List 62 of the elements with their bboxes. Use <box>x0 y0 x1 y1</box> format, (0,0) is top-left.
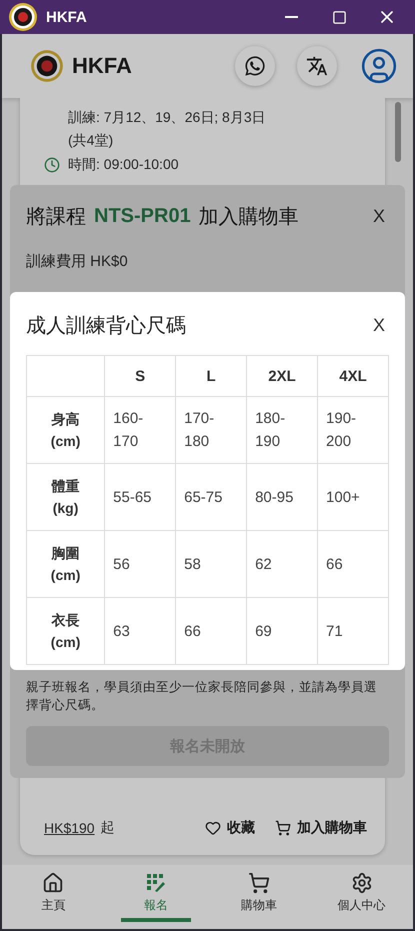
price-suffix: 起 <box>100 819 115 837</box>
dialog-title: 將課程 <box>26 205 86 230</box>
logo-icon <box>8 2 38 32</box>
close-button[interactable]: X <box>368 206 389 227</box>
schedule-text: 訓練: 7月12、19、26日; 8月3日 <box>67 108 267 127</box>
price-link[interactable]: HK$190 <box>44 820 95 836</box>
table-cell: 66 <box>176 598 247 664</box>
row-header: 衣長 (cm) <box>26 598 105 664</box>
table-cell: 55-65 <box>104 464 176 530</box>
table-cell: 190-200 <box>318 396 388 464</box>
brand-name: HKFA <box>72 53 133 79</box>
add-to-cart-button[interactable]: 加入購物車 <box>275 819 367 837</box>
home-icon <box>42 872 64 894</box>
translate-button[interactable] <box>297 46 337 86</box>
table-cell: 62 <box>246 530 318 598</box>
grid-pencil-icon <box>145 872 168 894</box>
cart-icon <box>275 820 291 836</box>
dialog-title: 成人訓練背心尺碼 <box>26 314 186 339</box>
dialog-title: 加入購物車 <box>198 205 299 230</box>
table-cell: 58 <box>176 530 247 598</box>
note-text: 親子班報名，學員須由至少一位家長陪同參與，並請為學員選擇背心尺碼。 <box>26 679 378 714</box>
clock-icon <box>44 157 60 173</box>
table-cell: 63 <box>104 598 176 664</box>
cart-icon <box>248 872 270 894</box>
column-header: 2XL <box>246 356 318 396</box>
window-title: HKFA <box>46 8 88 26</box>
user-button[interactable] <box>359 46 399 86</box>
scrollbar[interactable] <box>395 102 401 162</box>
fee-text: 訓練費用 HK$0 <box>26 252 129 271</box>
nav-tab[interactable]: 個人中心 <box>326 872 397 922</box>
row-header: 身高 (cm) <box>26 396 105 464</box>
table-cell: 170-180 <box>176 396 247 464</box>
course-code: NTS-PR01 <box>94 205 191 228</box>
whatsapp-icon <box>244 55 266 77</box>
nav-tab[interactable]: 主頁 <box>18 872 88 922</box>
table-cell: 71 <box>318 598 388 664</box>
row-header: 胸圍 (cm) <box>26 530 105 598</box>
table-cell: 100+ <box>318 464 388 530</box>
minimize-icon <box>284 16 298 18</box>
table-cell: 56 <box>104 530 176 598</box>
time-text: 時間: 09:00-10:00 <box>68 156 179 174</box>
table-cell: 80-95 <box>246 464 318 530</box>
close-button[interactable]: X <box>368 315 389 336</box>
table-cell: 65-75 <box>176 464 247 530</box>
maximize-icon <box>332 10 346 24</box>
translate-icon <box>306 55 328 77</box>
settings-icon <box>350 872 373 894</box>
whatsapp-button[interactable] <box>235 46 275 86</box>
heart-icon <box>205 820 221 836</box>
row-header: 體重 (kg) <box>26 464 105 530</box>
column-header: S <box>104 356 176 396</box>
column-header: L <box>176 356 247 396</box>
column-header: 4XL <box>318 356 388 396</box>
nav-tab[interactable]: 購物車 <box>224 872 294 922</box>
table-cell: 66 <box>318 530 388 598</box>
logo-icon <box>30 49 64 83</box>
nav-tab[interactable]: 報名 <box>121 872 192 922</box>
table-cell: 69 <box>246 598 318 664</box>
favourite-button[interactable]: 收藏 <box>205 819 255 837</box>
table-cell: 160-170 <box>104 396 176 464</box>
table-cell: 180-190 <box>246 396 318 464</box>
schedule-text: (共4堂) <box>67 131 114 150</box>
